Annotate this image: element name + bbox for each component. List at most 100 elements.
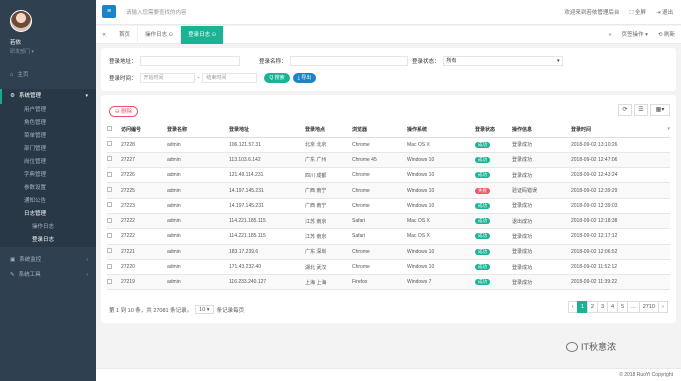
sidebar-item-tools[interactable]: ✎ 系统工具 ‹	[0, 268, 96, 283]
table-row[interactable]: 27222 admin 114.221.185.115 江苏 南京 Safari Mac …	[107, 213, 670, 230]
login-addr-row: 登录地址：	[109, 56, 240, 66]
sidebar-item-config[interactable]: 参数设置	[0, 182, 96, 195]
table-cell: Windows 10	[407, 259, 475, 276]
table-cell: 上海 上海	[305, 274, 352, 291]
row-checkbox[interactable]	[107, 187, 112, 193]
table-row[interactable]: 27227 admin 113.103.6.142 广东 广州 Chrome 45 Win…	[107, 152, 670, 169]
column-header[interactable]: 登录地点	[305, 122, 352, 138]
table-cell: 27228	[121, 137, 167, 153]
table-cell: 27226	[121, 167, 167, 184]
row-checkbox[interactable]	[107, 278, 112, 284]
table-cell: 27222	[121, 228, 167, 245]
fullscreen-button[interactable]: ⛶ 全屏	[629, 8, 645, 17]
column-header[interactable]: 操作系统	[407, 122, 475, 138]
tab-home[interactable]: 首页	[112, 26, 139, 44]
column-header[interactable]: 登录状态	[475, 122, 512, 138]
sidebar-item-oper-log[interactable]: 操作日志	[0, 221, 96, 234]
columns-button[interactable]: ▦▾	[650, 104, 670, 116]
login-status-row: 登录状态： 所有 ▾	[412, 56, 563, 66]
sidebar-item-label: 系统工具	[18, 272, 41, 278]
sidebar-item-system[interactable]: ⚙ 系统管理 ▾	[0, 89, 96, 104]
column-header[interactable]: 登录地址	[229, 122, 305, 138]
tabs-scroll-right-button[interactable]: »	[608, 26, 611, 44]
table-row[interactable]: 27226 admin 121.49.114.231 四川 成都 Chrome Windo…	[107, 167, 670, 184]
start-time-input[interactable]: 开始时间	[139, 73, 195, 83]
column-header[interactable]: 操作信息	[512, 122, 571, 138]
login-status-select[interactable]: 所有 ▾	[442, 56, 563, 66]
table-cell: admin	[167, 228, 229, 245]
tabs-scroll-left-button[interactable]: «	[98, 26, 110, 44]
sidebar-item-users[interactable]: 用户管理	[0, 104, 96, 117]
sidebar-item-label: 主页	[17, 72, 29, 78]
user-name: 若依	[10, 40, 22, 46]
column-header[interactable]: 登录时间 ▾	[571, 122, 670, 138]
row-checkbox[interactable]	[107, 202, 112, 208]
row-checkbox[interactable]	[107, 232, 112, 238]
sidebar-item-monitor[interactable]: ▣ 系统监控 ‹	[0, 253, 96, 268]
page-button[interactable]: 2710	[638, 301, 659, 313]
row-checkbox[interactable]	[107, 263, 112, 269]
column-header[interactable]: 访问编号	[121, 122, 167, 138]
search-input[interactable]: 请输入您需要查找的内容	[126, 8, 187, 16]
row-checkbox[interactable]	[107, 217, 112, 223]
refresh-table-button[interactable]: ⟳	[618, 104, 632, 116]
page-size-suffix: 条记录每页	[216, 307, 245, 314]
tab-login-log[interactable]: 登录日志 ⊙	[181, 26, 225, 44]
row-checkbox[interactable]	[107, 248, 112, 254]
login-addr-input[interactable]	[139, 56, 240, 66]
table-cell: 广东 广州	[305, 152, 352, 169]
user-dept[interactable]: 研发部门 ▾	[10, 48, 96, 55]
system-submenu: 用户管理 角色管理 菜单管理 部门管理 岗位管理 字典管理 参数设置 通知公告 …	[0, 104, 96, 247]
table-row[interactable]: 27225 admin 14.197.145.231 广西 南宁 Chrome Windo…	[107, 182, 670, 199]
table-row[interactable]: 27221 admin 183.17.239.6 广东 深圳 Chrome Windows…	[107, 244, 670, 260]
page-button[interactable]: ›	[658, 301, 668, 313]
row-checkbox[interactable]	[107, 171, 112, 177]
status-badge: 成功	[475, 172, 490, 179]
page-ops-dropdown[interactable]: 页签操作 ▾	[622, 26, 648, 44]
login-status-value: 所有	[446, 58, 457, 64]
sidebar-item-posts[interactable]: 岗位管理	[0, 156, 96, 169]
tab-oper-log[interactable]: 操作日志 ⊙	[138, 26, 182, 44]
toggle-view-button[interactable]: ☰	[634, 104, 648, 116]
table-row[interactable]: 27228 admin 106.121.57.31 北京 北京 Chrome Mac OS…	[107, 137, 670, 153]
tab-bar: « 首页 操作日志 ⊙ 登录日志 ⊙ » 页签操作 ▾ ⟲ 刷新	[96, 26, 681, 44]
sidebar-item-roles[interactable]: 角色管理	[0, 117, 96, 130]
sidebar-item-notices[interactable]: 通知公告	[0, 195, 96, 208]
user-profile: 若依 研发部门 ▾	[0, 0, 96, 68]
logout-button[interactable]: ⇥ 退出	[656, 8, 673, 17]
sidebar-item-depts[interactable]: 部门管理	[0, 143, 96, 156]
avatar[interactable]	[10, 10, 32, 32]
table-cell: 登录成功	[512, 137, 571, 153]
sidebar-item-menus[interactable]: 菜单管理	[0, 130, 96, 143]
logout-label: 退出	[661, 10, 673, 16]
select-all-checkbox[interactable]	[107, 125, 112, 131]
export-button[interactable]: ⤓ 导出	[292, 73, 317, 83]
page-size-select[interactable]: 10 ▾	[195, 305, 214, 314]
table-row[interactable]: 27223 admin 14.197.145.231 广西 南宁 Chrome Windo…	[107, 198, 670, 214]
sidebar-item-logs[interactable]: 日志管理	[0, 208, 96, 221]
table-cell: 广西 南宁	[305, 198, 352, 214]
table-cell: 登录成功	[512, 198, 571, 214]
sidebar-item-login-log[interactable]: 登录日志	[0, 234, 96, 247]
end-time-input[interactable]: 结束时间	[202, 73, 258, 83]
delete-button[interactable]: ⊖ 删除	[109, 106, 139, 117]
table-row[interactable]: 27222 admin 114.221.185.115 江苏 南京 Safari Mac …	[107, 228, 670, 245]
login-addr-label: 登录地址：	[109, 59, 137, 65]
sidebar-item-home[interactable]: ⌂ 主页	[0, 68, 96, 83]
table-row[interactable]: 27220 admin 171.43.232.40 湖北 武汉 Chrome Window…	[107, 259, 670, 276]
login-name-input[interactable]	[289, 56, 408, 66]
login-time-label: 登录时间：	[109, 76, 137, 82]
column-header[interactable]: 浏览器	[352, 122, 407, 138]
table-row[interactable]: 27219 admin 116.233.240.127 上海 上海 Firefox Win…	[107, 274, 670, 291]
search-button[interactable]: Q 搜索	[264, 73, 290, 83]
row-checkbox[interactable]	[107, 141, 112, 147]
status-badge: 成功	[475, 233, 490, 240]
menu-toggle-button[interactable]: ≡	[102, 5, 116, 18]
table-cell: 成功	[475, 167, 512, 184]
copyright-text: © 2018 RuoYi Copyright	[619, 372, 673, 378]
row-checkbox[interactable]	[107, 156, 112, 162]
sidebar-item-dicts[interactable]: 字典管理	[0, 169, 96, 182]
column-header[interactable]: 登录名称	[167, 122, 229, 138]
refresh-tab-button[interactable]: ⟲ 刷新	[658, 26, 675, 44]
table-cell: 退出成功	[512, 213, 571, 230]
